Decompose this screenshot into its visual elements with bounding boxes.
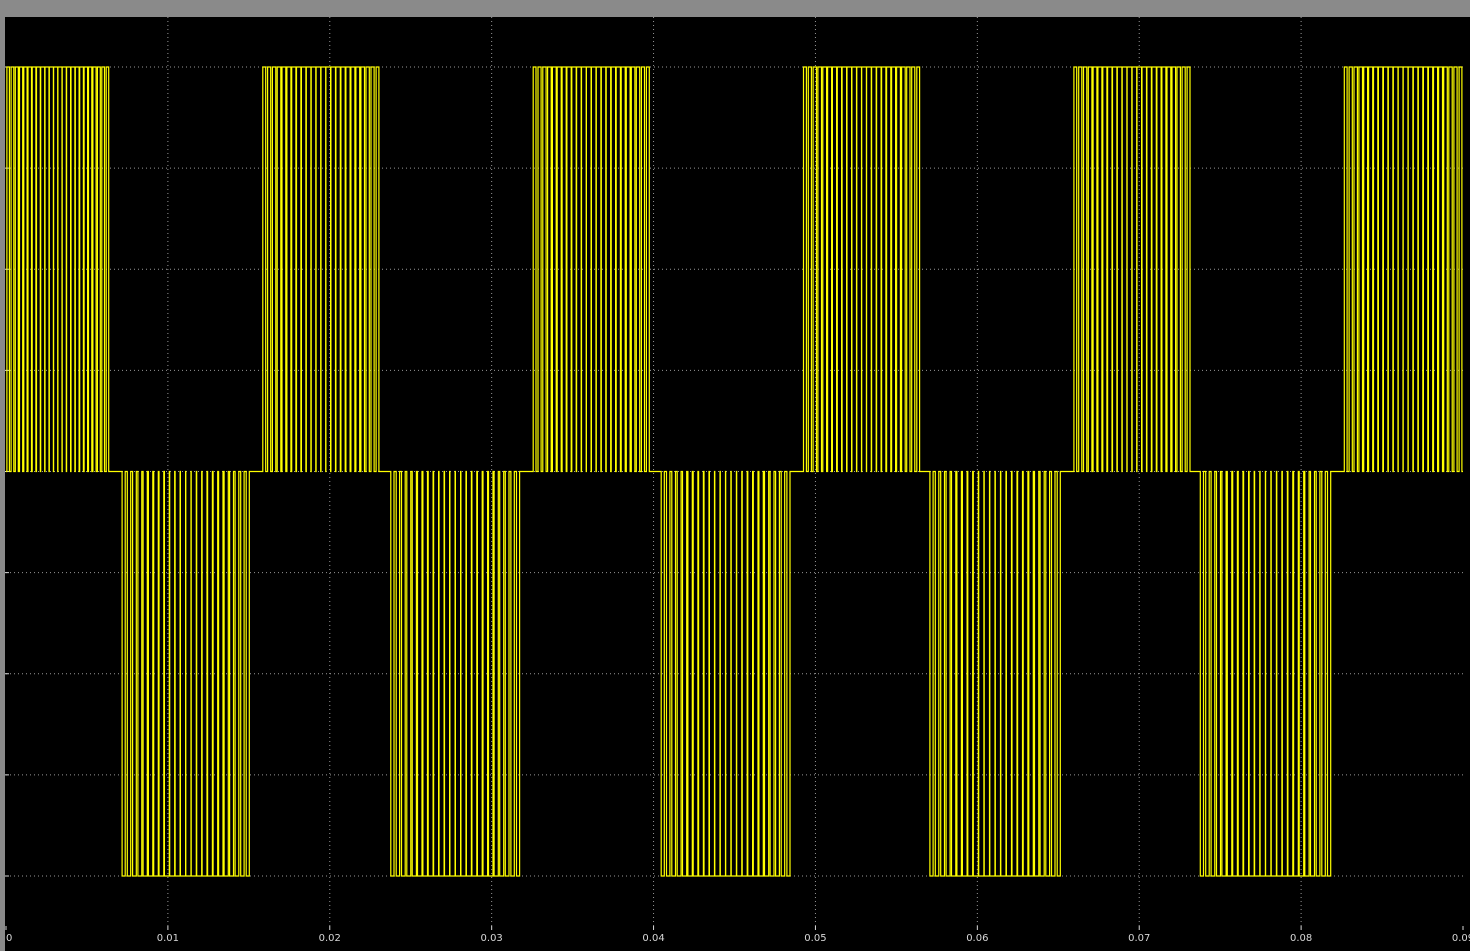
x-tick-label: 0.06 [966, 933, 988, 944]
x-tick-label: 0 [6, 933, 12, 944]
x-tick-labels: 0 0.01 0.02 0.03 0.04 0.05 0.06 0.07 0.08 0.09 [5, 926, 1470, 944]
x-tick-label: 0.02 [319, 933, 341, 944]
x-tick-label: 0.07 [1128, 933, 1150, 944]
x-tick-label: 0.04 [642, 933, 664, 944]
x-tick-label: 0.01 [157, 933, 179, 944]
x-tick-label: 0.03 [481, 933, 503, 944]
scope-plot: 0 0.01 0.02 0.03 0.04 0.05 0.06 0.07 0.08 0.09 [5, 17, 1470, 944]
x-tick-label: 0.09 [1452, 933, 1470, 944]
x-tick-label: 0.05 [804, 933, 826, 944]
x-tick-label: 0.08 [1290, 933, 1312, 944]
